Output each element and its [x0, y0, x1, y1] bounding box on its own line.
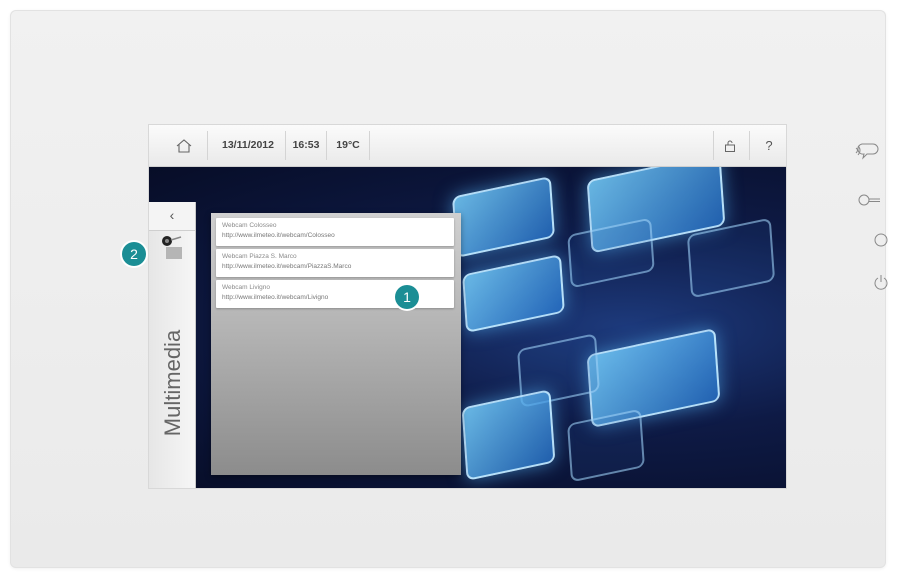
divider: [749, 131, 750, 160]
power-icon[interactable]: [874, 274, 888, 295]
wallpaper-tile: [567, 408, 645, 483]
wallpaper-tile: [567, 217, 655, 289]
webcam-url: http://www.ilmeteo.it/webcam/PiazzaS.Mar…: [222, 263, 352, 270]
back-button[interactable]: ‹: [149, 202, 195, 231]
wallpaper-tile: [461, 389, 556, 481]
temperature-display: 19°C: [336, 139, 360, 151]
circle-icon[interactable]: [874, 233, 888, 252]
webcam-list-panel: Webcam Colosseo http://www.ilmeteo.it/we…: [211, 213, 461, 475]
webcam-name: Webcam Piazza S. Marco: [222, 253, 297, 260]
webcam-name: Webcam Livigno: [222, 284, 270, 291]
help-button[interactable]: ?: [757, 125, 781, 166]
webcam-name: Webcam Colosseo: [222, 222, 277, 229]
callout-1: 1: [395, 285, 419, 309]
callout-2: 2: [122, 242, 146, 266]
key-icon[interactable]: [858, 193, 882, 212]
divider: [285, 131, 286, 160]
touch-screen: 13/11/2012 16:53 19°C ? ‹ Multimedia Web…: [149, 125, 786, 488]
top-status-bar: 13/11/2012 16:53 19°C ?: [149, 125, 786, 167]
home-icon[interactable]: [169, 125, 199, 166]
lock-icon[interactable]: [716, 125, 744, 166]
list-item[interactable]: Webcam Colosseo http://www.ilmeteo.it/we…: [216, 218, 454, 246]
webcam-icon[interactable]: [157, 233, 187, 263]
device-frame: 13/11/2012 16:53 19°C ? ‹ Multimedia Web…: [10, 10, 888, 568]
webcam-url: http://www.ilmeteo.it/webcam/Colosseo: [222, 232, 335, 239]
webcam-url: http://www.ilmeteo.it/webcam/Livigno: [222, 294, 329, 301]
divider: [713, 131, 714, 160]
wallpaper-tile: [462, 253, 565, 334]
wallpaper-tile: [451, 175, 556, 259]
section-title: Multimedia: [160, 329, 185, 437]
date-display: 13/11/2012: [222, 139, 274, 151]
time-display: 16:53: [292, 139, 320, 151]
divider: [369, 131, 370, 160]
list-item[interactable]: Webcam Piazza S. Marco http://www.ilmete…: [216, 249, 454, 277]
intercom-icon[interactable]: [853, 140, 879, 167]
divider: [326, 131, 327, 160]
divider: [207, 131, 208, 160]
wallpaper-tile: [586, 327, 721, 429]
